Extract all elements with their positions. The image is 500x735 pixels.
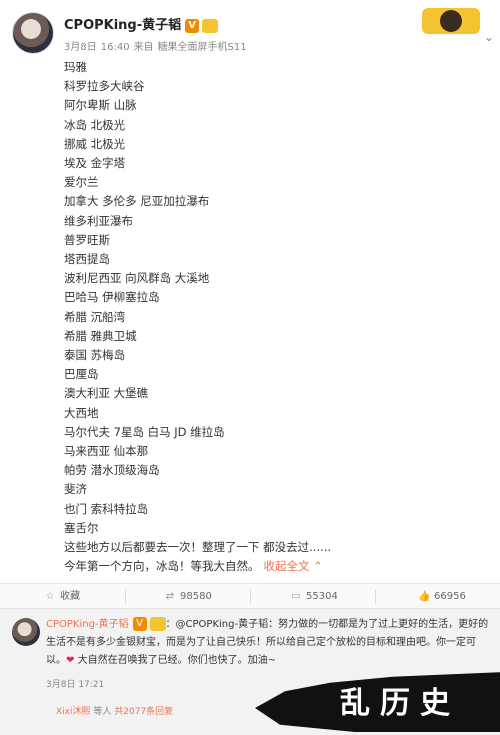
comment-count: 55304 — [306, 591, 338, 602]
list-item: 普罗旺斯 — [64, 232, 110, 247]
list-item: 也门 索科特拉岛 — [64, 501, 149, 516]
repost-button[interactable]: ⇄ 98580 — [164, 584, 212, 610]
repost-icon: ⇄ — [165, 591, 175, 602]
face-icon — [440, 10, 462, 32]
collapse-label[interactable]: 收起全文 — [264, 559, 310, 573]
list-item: 挪威 北极光 — [64, 136, 126, 151]
comment-body-2: 大自然在召唤我了已经。你们也快了。加油~ — [74, 655, 276, 666]
list-item: 希腊 沉船湾 — [64, 309, 126, 324]
list-item: 塔西提岛 — [64, 252, 110, 267]
list-item: 加拿大 多伦多 尼亚加拉瀑布 — [64, 194, 210, 209]
more-chevron-icon[interactable]: ⌄ — [484, 30, 494, 44]
reply-summary[interactable]: Xixi沐熙 等人 共2077条回复 — [56, 704, 173, 717]
collect-label: 收藏 — [60, 591, 80, 602]
verified-icon: V — [132, 617, 147, 631]
list-item: 帕劳 潜水顶级海岛 — [64, 463, 160, 478]
comment-text: CPOPKing-黄子韬 V ：@CPOPKing-黄子韬：努力做的一切都是为了过上… — [46, 616, 492, 670]
list-item: 澳大利亚 大堡礁 — [64, 386, 149, 401]
watermark: 乱历史 — [340, 686, 460, 721]
divider — [375, 590, 376, 604]
list-item: 巴厘岛 — [64, 367, 99, 382]
commenter-name[interactable]: CPOPKing-黄子韬 — [46, 619, 129, 630]
collect-button[interactable]: ☆ 收藏 — [44, 584, 80, 610]
divider — [125, 590, 126, 604]
collapse-link[interactable]: 收起全文 ⌃ — [264, 559, 323, 573]
post-time[interactable]: 16:40 — [101, 42, 130, 53]
weibo-post: CPOPKing-黄子韬 V 3月8日 16:40 来自 糖果全面屏手机S11 ⌄ 玛雅… — [0, 0, 500, 583]
list-item: 波利尼西亚 向风群岛 大溪地 — [64, 271, 210, 286]
list-item: 阿尔卑斯 山脉 — [64, 98, 137, 113]
list-item: 科罗拉多大峡谷 — [64, 79, 145, 94]
list-item: 斐济 — [64, 482, 87, 497]
user-avatar[interactable] — [12, 12, 54, 54]
list-item: 玛雅 — [64, 60, 87, 74]
post-meta: 3月8日 16:40 来自 糖果全面屏手机S11 — [64, 38, 251, 53]
post-source[interactable]: 糖果全面屏手机S11 — [158, 42, 247, 53]
thumbs-up-icon: 👍 — [418, 591, 431, 602]
divider — [250, 590, 251, 604]
list-item: 这些地方以后都要去一次！整理了一下 都没去过...... — [64, 540, 332, 555]
comment-button[interactable]: ▭ 55304 — [290, 584, 338, 610]
last-line: 今年第一个方向，冰岛！等我大自然。 收起全文 ⌃ — [64, 557, 484, 576]
post-date[interactable]: 3月8日 — [64, 42, 97, 53]
post-author[interactable]: CPOPKing-黄子韬 V — [64, 14, 219, 33]
post-body: 玛雅 科罗拉多大峡谷 阿尔卑斯 山脉 冰岛 北极光 挪威 北极光 埃及 金字塔 … — [64, 58, 484, 576]
list-item: 大西地 — [64, 405, 99, 420]
list-item: 泰国 苏梅岛 — [64, 348, 126, 363]
list-item: 爱尔兰 — [64, 175, 99, 190]
list-item: 希腊 雅典卫城 — [64, 328, 137, 343]
action-bar: ☆ 收藏 ⇄ 98580 ▭ 55304 👍 66956 — [0, 583, 500, 609]
last-line-text: 今年第一个方向，冰岛！等我大自然。 — [64, 559, 260, 574]
crown-icon — [202, 18, 219, 33]
commenter-avatar[interactable] — [12, 618, 40, 646]
author-name[interactable]: CPOPKing-黄子韬 — [64, 18, 181, 33]
reply-count[interactable]: 共2077条回复 — [114, 707, 173, 717]
list-item: 埃及 金字塔 — [64, 156, 126, 171]
star-icon: ☆ — [45, 591, 55, 602]
list-item: 冰岛 北极光 — [64, 117, 126, 132]
chevron-up-icon[interactable]: ⌃ — [313, 559, 323, 573]
list-item: 维多利亚瀑布 — [64, 213, 133, 228]
reply-middle: 等人 — [93, 707, 112, 717]
sticker-icon — [422, 8, 480, 34]
list-item: 塞舌尔 — [64, 520, 99, 535]
repost-count: 98580 — [180, 591, 212, 602]
reply-user[interactable]: Xixi沐熙 — [56, 707, 91, 717]
list-item: 马尔代夫 7星岛 白马 JD 维拉岛 — [64, 424, 225, 439]
comment-icon: ▭ — [291, 591, 301, 602]
like-button[interactable]: 👍 66956 — [418, 584, 466, 610]
source-prefix: 来自 — [133, 42, 154, 53]
crown-icon — [149, 617, 166, 631]
like-count: 66956 — [434, 591, 466, 602]
comment-time: 3月8日 17:21 — [46, 680, 105, 690]
verified-icon: V — [185, 18, 200, 33]
list-item: 马来西亚 仙本那 — [64, 444, 149, 459]
list-item: 巴哈马 伊柳塞拉岛 — [64, 290, 160, 305]
